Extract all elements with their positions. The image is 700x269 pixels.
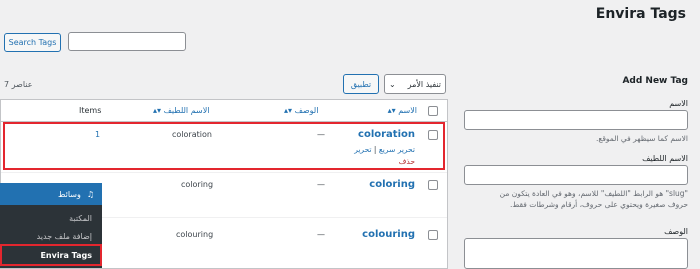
- admin-media-menu: وسائط ♫ المكتبة إضافة ملف جديد Envira Ta…: [0, 183, 102, 268]
- header-description[interactable]: ▴▾ الوصف: [284, 106, 318, 115]
- name-help: الاسم كما سيظهر في الموقع.: [595, 134, 688, 143]
- items-count: 7 عناصر: [4, 80, 33, 89]
- header-name[interactable]: ▴▾ الاسم: [388, 106, 417, 115]
- apply-button[interactable]: تطبيق: [343, 74, 379, 94]
- highlight-box: [3, 122, 445, 170]
- sort-icon: ▴▾: [284, 106, 295, 115]
- row-divider: [1, 172, 447, 173]
- tag-name-link[interactable]: coloring: [369, 179, 415, 190]
- tag-name-link[interactable]: colouring: [362, 229, 415, 240]
- add-new-tag-heading: Add New Tag: [622, 76, 688, 86]
- menu-item-add-new[interactable]: إضافة ملف جديد: [37, 232, 92, 241]
- media-menu-header[interactable]: وسائط ♫: [0, 183, 102, 205]
- select-all-checkbox[interactable]: [428, 106, 438, 116]
- name-label: الاسم: [669, 99, 688, 108]
- slug-label: الاسم اللطيف: [642, 154, 688, 163]
- tag-description: —: [317, 180, 325, 189]
- sort-icon: ▴▾: [387, 106, 399, 115]
- slug-input[interactable]: [464, 165, 688, 185]
- highlight-box: [0, 244, 102, 266]
- search-tags-button[interactable]: Search Tags: [4, 33, 61, 52]
- row-checkbox[interactable]: [428, 180, 438, 190]
- tag-slug: coloring: [181, 180, 214, 189]
- tag-slug: colouring: [176, 230, 214, 239]
- search-input[interactable]: [68, 32, 186, 51]
- slug-help-1: "slug" هو الرابط "اللطيف" للاسم، وهو في …: [499, 189, 688, 198]
- table-header: ▴▾ الاسم ▴▾ الوصف ▴▾ الاسم اللطيف Items: [1, 100, 447, 122]
- menu-item-library[interactable]: المكتبة: [69, 214, 92, 223]
- slug-help-2: حروف صغيرة ويحتوي على حروف، أرقام وشرطات…: [510, 200, 688, 209]
- sort-icon: ▴▾: [153, 106, 164, 115]
- row-checkbox[interactable]: [428, 230, 438, 240]
- page-title: Envira Tags: [595, 6, 686, 22]
- description-label: الوصف: [664, 227, 688, 236]
- header-count: Items: [79, 106, 102, 115]
- media-icon: ♫: [86, 189, 94, 199]
- description-textarea[interactable]: [464, 238, 688, 269]
- chevron-down-icon: ⌄: [389, 79, 396, 89]
- tag-description: —: [317, 230, 325, 239]
- header-slug[interactable]: ▴▾ الاسم اللطيف: [153, 106, 210, 115]
- name-input[interactable]: [464, 110, 688, 130]
- bulk-actions-select[interactable]: ⌄ تنفيذ الأمر: [384, 74, 446, 94]
